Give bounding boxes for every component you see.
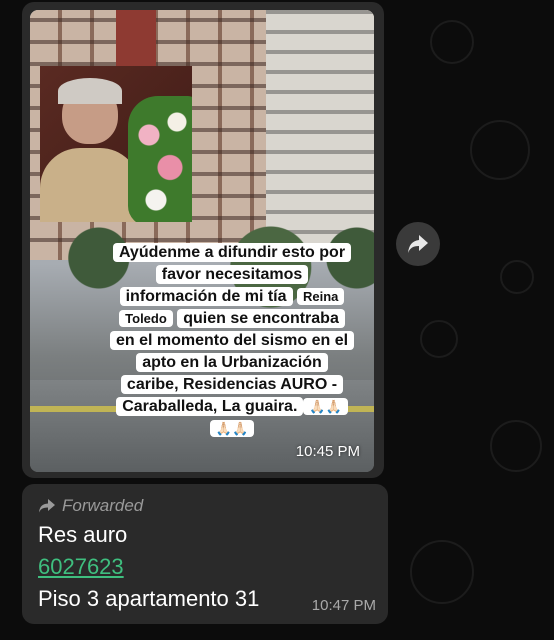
phone-number-link[interactable]: 6027623 [38, 554, 124, 580]
portrait-body [40, 148, 140, 222]
image-message-bubble[interactable]: Ayúdenme a difundir esto por favor neces… [22, 2, 384, 478]
caption-line: quien se encontraba [177, 309, 345, 328]
flower-bouquet [128, 96, 192, 222]
message-timestamp: 10:45 PM [295, 443, 360, 460]
caption-line: Reina [296, 288, 345, 305]
inset-portrait-photo [40, 66, 192, 222]
praying-hands-emoji: 🙏🏻🙏🏻 [209, 420, 255, 437]
portrait-hair [58, 78, 122, 104]
photo-caption: Ayúdenme a difundir esto por favor neces… [82, 242, 374, 440]
message-text-line: Piso 3 apartamento 31 [38, 586, 260, 611]
caption-line: información de mi tía [119, 287, 293, 306]
caption-line: caribe, Residencias AURO - [120, 375, 344, 394]
caption-line: en el momento del sismo en el [109, 331, 355, 350]
share-forward-icon [408, 235, 428, 253]
caption-line: Ayúdenme a difundir esto por [112, 243, 352, 262]
caption-line: apto en la Urbanización [136, 353, 328, 372]
forwarded-indicator: Forwarded [38, 496, 143, 516]
forward-button[interactable] [396, 222, 440, 266]
message-timestamp: 10:47 PM [311, 597, 376, 614]
building-right [266, 10, 374, 250]
text-message-bubble[interactable]: Forwarded Res auro 6027623 Piso 3 aparta… [22, 484, 388, 624]
forward-arrow-icon [39, 499, 55, 513]
building-red-tower [116, 10, 156, 70]
forwarded-label: Forwarded [62, 496, 144, 515]
caption-line: Toledo [119, 310, 173, 327]
message-text-line: Res auro [38, 522, 128, 547]
caption-line: Caraballeda, La guaira. [116, 397, 304, 416]
shared-photo[interactable]: Ayúdenme a difundir esto por favor neces… [30, 10, 374, 472]
caption-line: favor necesitamos [155, 265, 309, 284]
praying-hands-emoji: 🙏🏻🙏🏻 [303, 398, 348, 415]
